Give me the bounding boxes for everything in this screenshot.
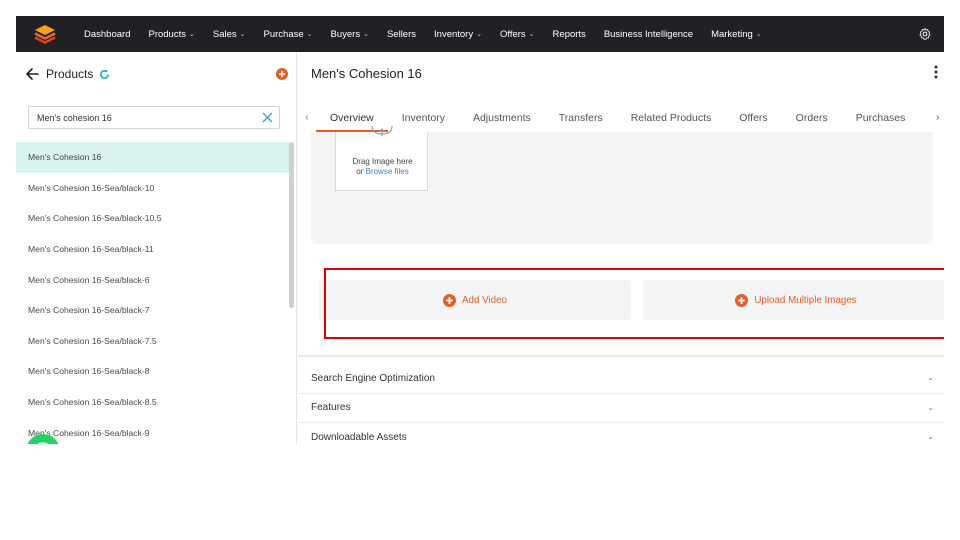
product-list-item[interactable]: Men's Cohesion 16-Sea/black-8 — [16, 356, 290, 387]
chevron-down-icon: ⌄ — [927, 373, 934, 382]
tab-purchases[interactable]: Purchases — [842, 110, 920, 132]
search-input[interactable] — [37, 112, 252, 123]
product-list-item[interactable]: Men's Cohesion 16-Sea/black-8.5 — [16, 387, 290, 418]
nav-item-products[interactable]: Products ⌄ — [139, 16, 203, 52]
back-arrow-icon[interactable] — [26, 68, 39, 80]
chevron-down-icon: ⌄ — [306, 31, 313, 38]
nav-item-sellers[interactable]: Sellers — [378, 16, 425, 52]
nav-item-label: Buyers — [330, 28, 361, 40]
whatsapp-icon — [37, 442, 48, 444]
tab-transfers[interactable]: Transfers — [545, 110, 617, 132]
nav-item-label: Dashboard — [84, 28, 131, 40]
accordion-features[interactable]: Features ⌄ — [298, 394, 944, 423]
tab-related-products[interactable]: Related Products — [617, 110, 726, 132]
product-list-item[interactable]: Men's Cohesion 16-Sea/black-7.5 — [16, 326, 290, 357]
nav-item-inventory[interactable]: Inventory ⌄ — [425, 16, 491, 52]
nav-item-buyers[interactable]: Buyers ⌄ — [322, 16, 378, 52]
app-frame: Dashboard Products ⌄ Sales ⌄ Purchase ⌄ Buyers ⌄… — [16, 16, 944, 444]
tab-offers[interactable]: Offers — [725, 110, 781, 132]
nav-item-purchase[interactable]: Purchase ⌄ — [255, 16, 322, 52]
nav-item-label: Marketing — [711, 28, 753, 40]
list-scrollbar[interactable] — [289, 142, 294, 308]
accordion-label: Features — [311, 402, 351, 414]
product-list-item[interactable]: Men's Cohesion 16-Sea/black-7 — [16, 295, 290, 326]
chevron-down-icon: ⌄ — [528, 31, 535, 38]
product-list-item[interactable]: Men's Cohesion 16-Sea/black-9 — [16, 417, 290, 444]
chevron-down-icon: ⌄ — [363, 31, 369, 38]
chevron-down-icon: ⌄ — [927, 402, 934, 412]
product-list: Men's Cohesion 16 Men's Cohesion 16-Sea/b… — [16, 142, 290, 444]
accordion: Search Engine Optimization ⌄ Features ⌄ Down… — [298, 364, 944, 444]
refresh-icon[interactable] — [99, 69, 110, 80]
section-divider — [298, 355, 944, 357]
product-list-item[interactable]: Men's Cohesion 16-Sea/black-10 — [16, 173, 290, 204]
gear-icon[interactable] — [918, 27, 932, 41]
nav-item-label: Purchase — [263, 28, 304, 40]
drop-instructions: Drag Image here or Browse files — [336, 157, 429, 177]
accordion-downloadable-assets[interactable]: Downloadable Assets ⌄ — [298, 423, 944, 444]
nav-item-sales[interactable]: Sales ⌄ — [204, 16, 255, 52]
product-detail-panel: Men's Cohesion 16 ‹ Overview Inventory Adj… — [298, 52, 944, 444]
chevron-down-icon: ⌄ — [755, 31, 762, 38]
upload-cloud-icon — [371, 126, 393, 136]
chevron-down-icon: ⌄ — [476, 31, 482, 38]
product-list-item[interactable]: Men's Cohesion 16-Sea/black-6 — [16, 264, 290, 295]
nav-item-label: Offers — [499, 28, 526, 40]
tab-orders[interactable]: Orders — [782, 110, 842, 132]
tab-scroll-right-icon[interactable]: › — [936, 112, 944, 123]
add-circle-icon[interactable] — [276, 68, 288, 80]
plus-circle-icon — [442, 293, 456, 307]
accordion-label: Downloadable Assets — [311, 431, 407, 443]
page-title: Men's Cohesion 16 — [311, 66, 422, 81]
upload-images-label: Upload Multiple Images — [754, 294, 857, 306]
clear-icon[interactable] — [262, 112, 273, 123]
product-list-item[interactable]: Men's Cohesion 16 — [16, 142, 290, 173]
drop-text-line2: or Browse files — [336, 167, 429, 177]
drop-or-text: or — [356, 167, 366, 176]
accordion-label: Search Engine Optimization — [311, 372, 435, 384]
tab-inventory[interactable]: Inventory — [388, 110, 459, 132]
upload-multiple-images-button[interactable]: Upload Multiple Images — [643, 280, 944, 320]
tab-scroll-left-icon[interactable]: ‹ — [298, 110, 316, 123]
panel-title: Products — [46, 67, 94, 81]
add-video-button[interactable]: Add Video — [319, 280, 631, 320]
image-drop-zone[interactable]: Drag Image here or Browse files — [335, 126, 429, 191]
nav-item-offers[interactable]: Offers ⌄ — [491, 16, 544, 52]
panel-header: Products — [26, 66, 288, 82]
product-list-item[interactable]: Men's Cohesion 16-Sea/black-11 — [16, 234, 290, 265]
nav-item-business-intelligence[interactable]: Business Intelligence — [595, 16, 702, 52]
chevron-down-icon: ⌄ — [188, 31, 195, 38]
accordion-search-engine-optimization[interactable]: Search Engine Optimization ⌄ — [298, 364, 944, 394]
nav-item-label: Products — [148, 28, 186, 40]
kebab-menu-icon[interactable] — [934, 65, 938, 79]
nav-item-reports[interactable]: Reports — [544, 16, 595, 52]
product-search-field[interactable] — [28, 106, 280, 129]
tab-adjustments[interactable]: Adjustments — [459, 110, 545, 132]
product-list-panel: Products Men's Cohesion 16 Men's Cohesion… — [16, 52, 297, 444]
nav-item-marketing[interactable]: Marketing ⌄ — [702, 16, 771, 52]
browse-files-link[interactable]: Browse files — [366, 167, 409, 176]
plus-circle-icon — [735, 293, 749, 307]
nav-menu: Dashboard Products ⌄ Sales ⌄ Purchase ⌄ Buyers ⌄… — [75, 16, 771, 52]
chevron-down-icon: ⌄ — [927, 432, 934, 441]
nav-item-label: Reports — [552, 28, 586, 40]
nav-item-dashboard[interactable]: Dashboard — [75, 16, 139, 52]
add-video-label: Add Video — [461, 294, 508, 306]
nav-item-label: Inventory — [434, 28, 474, 40]
nav-item-label: Sellers — [386, 28, 417, 40]
top-navbar: Dashboard Products ⌄ Sales ⌄ Purchase ⌄ Buyers ⌄… — [16, 16, 944, 52]
nav-item-label: Business Intelligence — [603, 28, 694, 40]
media-section: Drag Image here or Browse files — [311, 126, 933, 244]
chevron-down-icon: ⌄ — [239, 31, 246, 38]
logo-icon[interactable] — [34, 24, 56, 44]
drop-text-line: Drag Image here — [352, 157, 413, 166]
nav-item-label: Sales — [212, 28, 237, 40]
product-list-item[interactable]: Men's Cohesion 16-Sea/black-10.5 — [16, 203, 290, 234]
